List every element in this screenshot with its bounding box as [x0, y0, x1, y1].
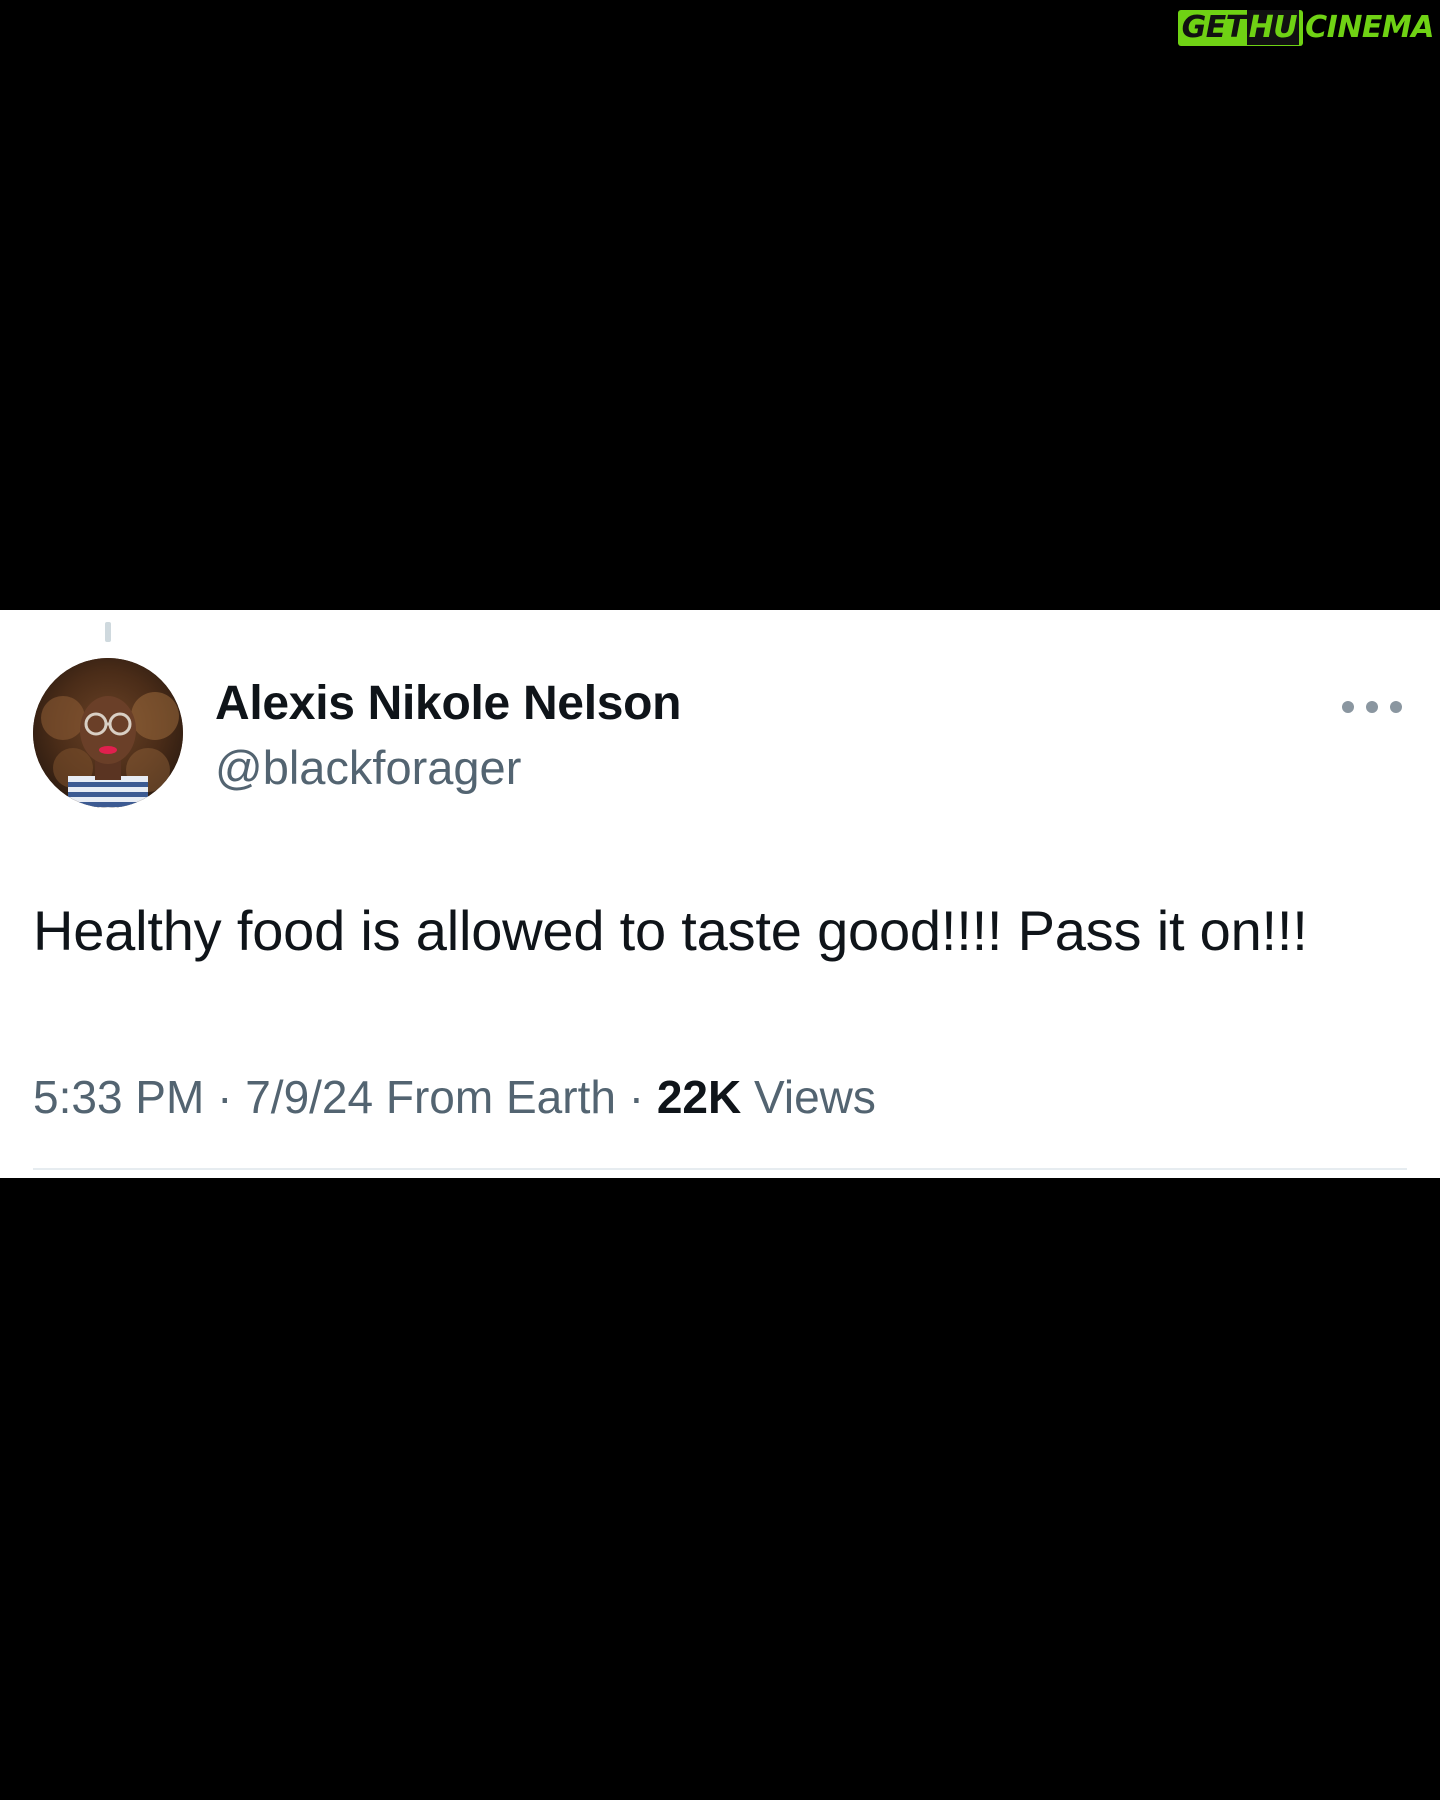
more-dot — [1390, 701, 1402, 713]
watermark-logo-box: GET HU — [1177, 10, 1304, 46]
watermark-part2: HU — [1246, 10, 1300, 45]
divider — [33, 1168, 1407, 1170]
watermark-part1: GET — [1181, 10, 1247, 45]
meta-separator: · — [217, 1071, 233, 1123]
tweet-card: Alexis Nikole Nelson @blackforager Healt… — [0, 610, 1440, 1178]
watermark-part3: CINEMA — [1305, 10, 1434, 45]
avatar[interactable] — [33, 658, 183, 808]
tweet-source: From Earth — [385, 1071, 616, 1123]
more-dot — [1342, 701, 1354, 713]
tweet-meta: 5:33 PM · 7/9/24 From Earth · 22K Views — [33, 1070, 876, 1124]
tweet-time[interactable]: 5:33 PM — [33, 1071, 204, 1123]
avatar-image — [33, 658, 183, 808]
tweet-date[interactable]: 7/9/24 — [245, 1071, 373, 1123]
more-dot — [1366, 701, 1378, 713]
author-name[interactable]: Alexis Nikole Nelson — [215, 676, 681, 731]
meta-separator: · — [628, 1071, 645, 1123]
tweet-text: Healthy food is allowed to taste good!!!… — [33, 899, 1308, 962]
more-options-icon[interactable] — [1342, 692, 1402, 722]
author-handle[interactable]: @blackforager — [215, 740, 521, 795]
views-count[interactable]: 22K — [657, 1071, 741, 1123]
views-label: Views — [754, 1071, 876, 1123]
thread-line — [105, 622, 111, 642]
watermark-logo: GET HU CINEMA — [1177, 10, 1434, 46]
page: GET HU CINEMA Alexis Nikole Nelson @blac… — [0, 0, 1440, 1800]
